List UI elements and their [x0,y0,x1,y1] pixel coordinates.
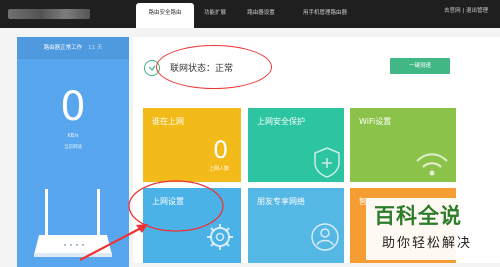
online-count-label: 上网人数 [209,166,230,172]
tab-mobile-manage[interactable]: 用手机管理路由器 [292,3,358,28]
watermark-logo: 百科全说 助你轻松解决 [366,198,496,260]
status-header: 路由器正常工作 11 天 [17,37,129,59]
uptime-days: 11 天 [88,45,102,51]
tile-label: 上网安全保护 [257,117,305,126]
top-nav-bar: 路由安全路由 功能扩展 路由器设置 用手机管理路由器 去官网 | 退出管理 [0,0,500,28]
tile-internet-settings[interactable]: 上网设置 [143,188,241,263]
router-status-panel: 路由器正常工作 11 天 0 KB/s 当前网速 [17,37,129,267]
gear-icon [207,224,233,250]
router-icon [34,189,112,257]
speed-test-button[interactable]: 一键测速 [390,58,450,74]
speed-unit: KB/s [67,133,79,139]
tile-label: WiFi设置 [359,117,392,126]
tile-wifi-settings[interactable]: WiFi设置 [350,108,456,182]
tile-online-devices[interactable]: 谁在上网 0 上网人数 [143,108,241,182]
speed-value: 0 [60,84,86,130]
online-count: 0 [213,136,229,164]
tile-security-protection[interactable]: 上网安全保护 [248,108,344,182]
top-links[interactable]: 去官网 | 退出管理 [444,6,488,14]
user-icon [311,223,339,251]
tile-guest-network[interactable]: 朋友专享网络 [248,188,344,263]
tab-router-settings[interactable]: 路由器设置 [240,3,282,28]
tab-security[interactable]: 路由安全路由 [136,3,194,28]
watermark-subtitle: 助你轻松解决 [382,236,473,251]
watermark-title: 百科全说 [374,204,462,228]
uptime-days-unit: 天 [96,45,103,51]
tile-label: 谁在上网 [152,117,184,126]
brand-logo [8,9,90,19]
tile-label: 朋友专享网络 [257,197,305,206]
wifi-icon [416,153,448,176]
uptime-days-value: 11 [88,45,96,51]
tile-label: 上网设置 [152,197,184,206]
router-status-text: 路由器正常工作 [43,45,83,51]
tab-extensions[interactable]: 功能扩展 [198,3,232,28]
annotation-circle [156,45,272,89]
shield-icon [314,147,340,178]
